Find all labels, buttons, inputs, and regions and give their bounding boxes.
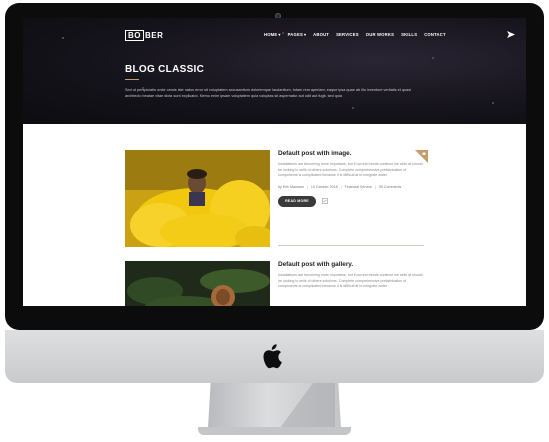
title-divider <box>125 79 139 80</box>
post-divider <box>278 245 424 246</box>
nav-label: HOME <box>264 32 278 37</box>
nav-item-about[interactable]: ABOUT <box>313 32 329 37</box>
post-actions: READ MORE <box>278 195 424 207</box>
read-more-button[interactable]: READ MORE <box>278 195 316 207</box>
post-body: Default post with gallery. Installations… <box>278 261 424 290</box>
page-title: BLOG CLASSIC <box>125 64 205 75</box>
post-meta: by Erik Mamann | 10 October 2018 | Financial… <box>278 184 402 189</box>
imac-mockup: BO BER HOME▾ PAGES▾ ABOUT SERVICES OUR W… <box>0 0 549 442</box>
nav-label: PAGES <box>287 32 303 37</box>
logo-text: BER <box>145 31 164 40</box>
apple-logo-icon <box>263 344 282 369</box>
logo-mark: BO <box>125 30 144 41</box>
nav-item-services[interactable]: SERVICES <box>336 32 359 37</box>
post-category[interactable]: Financial Service <box>345 185 372 189</box>
nav-item-skills[interactable]: SKILLS <box>401 32 417 37</box>
chevron-down-icon: ▾ <box>278 32 281 37</box>
post-excerpt: Installations are becoming more importan… <box>278 162 423 178</box>
post-image[interactable] <box>125 150 270 247</box>
page-header: BO BER HOME▾ PAGES▾ ABOUT SERVICES OUR W… <box>23 18 526 124</box>
format-image-icon <box>415 150 428 163</box>
post-author[interactable]: by Erik Mamann <box>278 185 304 189</box>
post-title[interactable]: Default post with gallery. <box>278 261 424 268</box>
nav-item-our-works[interactable]: OUR WORKS <box>366 32 394 37</box>
post-date: 10 October 2018 <box>310 184 338 189</box>
nav-item-contact[interactable]: CONTACT <box>424 32 446 37</box>
nav-item-home[interactable]: HOME▾ <box>264 32 281 37</box>
yellow-smoke-photo <box>125 150 270 247</box>
main-nav: HOME▾ PAGES▾ ABOUT SERVICES OUR WORKS SK… <box>264 32 446 37</box>
post-body: Default post with image. Installations a… <box>278 150 424 207</box>
page-description: Sed ut perspiciatis unde omnis iste natu… <box>125 88 411 98</box>
share-icon[interactable] <box>322 198 328 205</box>
site-logo[interactable]: BO BER <box>125 30 163 41</box>
post-excerpt: Installations are becoming more importan… <box>278 273 423 289</box>
nav-item-pages[interactable]: PAGES▾ <box>288 32 307 37</box>
post-title[interactable]: Default post with image. <box>278 150 424 157</box>
search-toggle-icon[interactable] <box>507 31 515 38</box>
forest-photo <box>125 261 270 306</box>
stand-base <box>198 427 351 435</box>
post-gallery[interactable] <box>125 261 270 306</box>
post-comments[interactable]: 05 Comments <box>379 185 401 189</box>
browser-screen: BO BER HOME▾ PAGES▾ ABOUT SERVICES OUR W… <box>23 18 526 306</box>
chevron-down-icon: ▾ <box>303 32 307 37</box>
